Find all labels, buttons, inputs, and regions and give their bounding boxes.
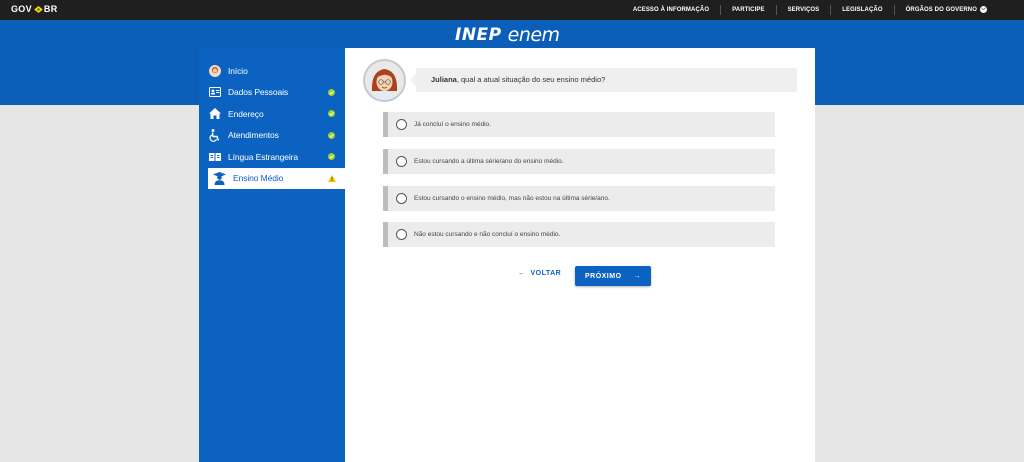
link-servicos[interactable]: SERVIÇOS bbox=[775, 5, 831, 15]
option-label: Estou cursando o ensino médio, mas não e… bbox=[414, 195, 610, 202]
sidebar-item-inicio[interactable]: Início bbox=[199, 60, 345, 82]
inep-enem-logo: INEP enem bbox=[455, 24, 560, 46]
arrow-left-icon: ← bbox=[518, 270, 526, 277]
language-icon bbox=[208, 150, 221, 163]
wheelchair-icon bbox=[208, 128, 221, 142]
br-logo-text: BR bbox=[43, 4, 58, 14]
back-label: VOLTAR bbox=[530, 270, 562, 277]
user-name: Juliana bbox=[431, 75, 457, 84]
orgaos-label: ÓRGÃOS DO GOVERNO bbox=[905, 7, 977, 13]
option-ultima-serie[interactable]: Estou cursando a última série/ano do ens… bbox=[383, 149, 775, 174]
warning-icon bbox=[328, 174, 336, 182]
check-icon bbox=[328, 153, 335, 160]
next-label: PRÓXIMO bbox=[584, 272, 622, 280]
sidebar-item-label: Início bbox=[228, 65, 248, 76]
sidebar-item-lingua-estrangeira[interactable]: Língua Estrangeira bbox=[199, 146, 345, 168]
gov-links: ACESSO À INFORMAÇÃO PARTICIPE SERVIÇOS L… bbox=[622, 0, 998, 20]
id-card-icon bbox=[208, 86, 221, 99]
link-participe[interactable]: PARTICIPE bbox=[720, 5, 775, 15]
chevron-down-icon: ⌵ bbox=[980, 5, 987, 13]
question-text: , qual a atual situação do seu ensino mé… bbox=[456, 75, 606, 84]
gov-br-logo[interactable]: GOV BR bbox=[11, 4, 58, 14]
check-icon bbox=[328, 131, 335, 139]
enem-logo-text: enem bbox=[507, 24, 560, 46]
option-cursando[interactable]: Estou cursando o ensino médio, mas não e… bbox=[383, 186, 775, 211]
main-card: Juliana, qual a atual situação do seu en… bbox=[345, 48, 815, 462]
home-icon bbox=[208, 107, 221, 120]
gov-bar: GOV BR ACESSO À INFORMAÇÃO PARTICIPE SER… bbox=[0, 0, 1024, 20]
flag-icon bbox=[34, 5, 43, 13]
sidebar-item-ensino-medio[interactable]: Ensino Médio bbox=[208, 167, 345, 189]
sidebar: Início Dados Pessoais Endereço Atendimen… bbox=[199, 48, 345, 462]
sidebar-item-label: Língua Estrangeira bbox=[228, 151, 299, 162]
check-icon bbox=[328, 88, 335, 96]
back-button[interactable]: ← VOLTAR bbox=[518, 270, 561, 277]
sidebar-item-label: Dados Pessoais bbox=[228, 87, 289, 98]
sidebar-item-endereco[interactable]: Endereço bbox=[199, 103, 345, 125]
link-legislacao[interactable]: LEGISLAÇÃO bbox=[830, 5, 893, 15]
link-acesso-informacao[interactable]: ACESSO À INFORMAÇÃO bbox=[622, 5, 720, 15]
option-label: Estou cursando a última série/ano do ens… bbox=[414, 158, 564, 165]
option-label: Já concluí o ensino médio. bbox=[414, 121, 491, 128]
radio-button[interactable] bbox=[396, 193, 407, 204]
gov-logo-text: GOV bbox=[11, 4, 32, 14]
radio-button[interactable] bbox=[396, 229, 407, 240]
sidebar-item-dados-pessoais[interactable]: Dados Pessoais bbox=[199, 82, 345, 104]
radio-button[interactable] bbox=[396, 156, 407, 167]
sidebar-item-atendimentos[interactable]: Atendimentos bbox=[199, 125, 345, 147]
option-nao-cursando[interactable]: Não estou cursando e não concluí o ensin… bbox=[383, 222, 775, 247]
link-orgaos-governo[interactable]: ÓRGÃOS DO GOVERNO ⌵ bbox=[893, 5, 998, 15]
check-icon bbox=[328, 110, 335, 117]
assistant-avatar bbox=[363, 59, 406, 102]
avatar-icon bbox=[208, 64, 221, 77]
question-bubble: Juliana, qual a atual situação do seu en… bbox=[410, 68, 797, 92]
arrow-right-icon: → bbox=[633, 272, 642, 280]
student-icon bbox=[213, 171, 226, 185]
sidebar-item-label: Atendimentos bbox=[228, 130, 279, 141]
option-concluido[interactable]: Já concluí o ensino médio. bbox=[383, 112, 775, 137]
sidebar-item-label: Ensino Médio bbox=[233, 173, 284, 183]
option-label: Não estou cursando e não concluí o ensin… bbox=[414, 231, 561, 238]
radio-button[interactable] bbox=[396, 119, 407, 130]
sidebar-item-label: Endereço bbox=[228, 108, 264, 119]
next-button[interactable]: PRÓXIMO → bbox=[575, 266, 651, 286]
inep-logo-text: INEP bbox=[455, 25, 502, 45]
